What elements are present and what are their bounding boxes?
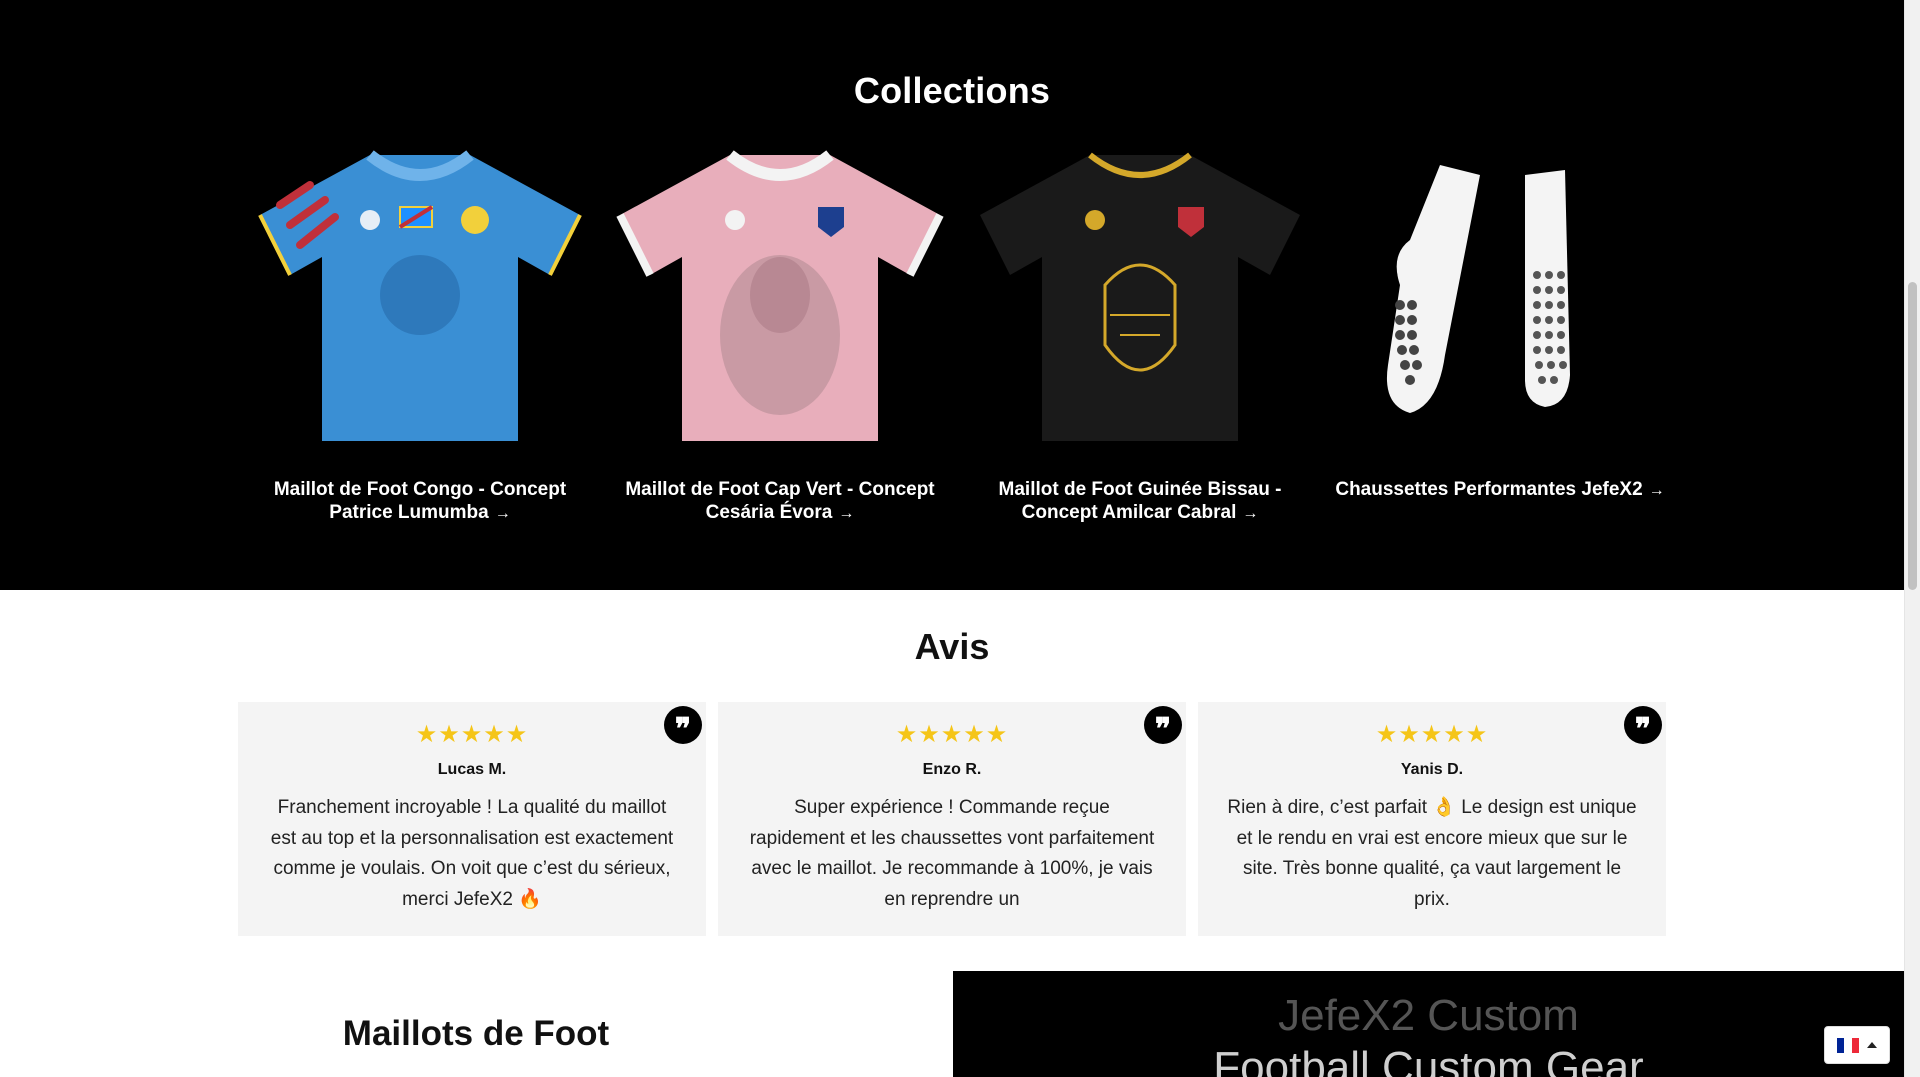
video-title-line1: JefeX2 Custom xyxy=(1278,991,1579,1040)
collection-card-chaussettes[interactable]: Chaussettes Performantes JefeX2 → xyxy=(1320,140,1680,525)
review-author: Lucas M. xyxy=(437,761,507,778)
scrollbar-thumb[interactable] xyxy=(1908,282,1917,590)
review-text: Franchement incroyable ! La qualité du m… xyxy=(270,797,674,910)
collection-title-cap-vert[interactable]: Maillot de Foot Cap Vert - Concept Cesár… xyxy=(615,478,945,525)
jersey-congo-image[interactable] xyxy=(250,140,590,450)
quote-icon: ❞ xyxy=(1624,706,1662,745)
star-rating: ★★★★★ xyxy=(895,721,1009,748)
page-scrollbar[interactable] xyxy=(1904,0,1920,1077)
arrow-right-icon: → xyxy=(838,505,855,522)
collection-card-guinee-bissau[interactable]: Maillot de Foot Guinée Bissau - Concept … xyxy=(960,140,1320,525)
reviews-section: Avis ❞ ★★★★★ Lucas M. Franchement incroy… xyxy=(0,590,1904,970)
language-selector[interactable] xyxy=(1824,1026,1890,1064)
reviews-title: Avis xyxy=(914,626,990,667)
arrow-right-icon: → xyxy=(1242,505,1259,522)
star-rating: ★★★★★ xyxy=(415,721,529,748)
review-author: Enzo R. xyxy=(922,761,982,778)
collections-title: Collections xyxy=(853,70,1051,111)
collections-section: Collections Maillot de Foot Congo - Conc… xyxy=(0,0,1904,590)
collection-title-congo[interactable]: Maillot de Foot Congo - Concept Patrice … xyxy=(255,478,585,525)
arrow-right-icon: → xyxy=(494,505,511,522)
france-flag-icon xyxy=(1837,1037,1859,1053)
collection-title-chaussettes[interactable]: Chaussettes Performantes JefeX2 → xyxy=(1335,478,1665,502)
jersey-guinee-bissau-image[interactable] xyxy=(970,140,1310,450)
review-author: Yanis D. xyxy=(1400,761,1464,778)
star-rating: ★★★★★ xyxy=(1375,721,1489,748)
review-card: ❞ ★★★★★ Lucas M. Franchement incroyable … xyxy=(238,702,706,936)
jersey-cap-vert-image[interactable] xyxy=(610,140,950,450)
review-card: ❞ ★★★★★ Enzo R. Super expérience ! Comma… xyxy=(718,702,1186,936)
caret-up-icon xyxy=(1867,1042,1877,1048)
promo-video[interactable]: JefeX2 Custom Football Custom Gear xyxy=(953,971,1904,1077)
maillots-section-title: Maillots de Foot xyxy=(342,1014,610,1053)
quote-icon: ❞ xyxy=(1144,706,1182,745)
review-card: ❞ ★★★★★ Yanis D. Rien à dire, c’est parf… xyxy=(1198,702,1666,936)
collections-list: Maillot de Foot Congo - Concept Patrice … xyxy=(240,140,1680,525)
video-title-line2: Football Custom Gear xyxy=(1213,1043,1644,1077)
socks-image[interactable] xyxy=(1330,140,1670,450)
arrow-right-icon: → xyxy=(1648,482,1665,499)
quote-icon: ❞ xyxy=(664,706,702,745)
collection-card-congo[interactable]: Maillot de Foot Congo - Concept Patrice … xyxy=(240,140,600,525)
reviews-list: ❞ ★★★★★ Lucas M. Franchement incroyable … xyxy=(238,702,1666,936)
collection-card-cap-vert[interactable]: Maillot de Foot Cap Vert - Concept Cesár… xyxy=(600,140,960,525)
collection-title-guinee-bissau[interactable]: Maillot de Foot Guinée Bissau - Concept … xyxy=(975,478,1305,525)
review-text: Rien à dire, c’est parfait 👌 Le design e… xyxy=(1227,797,1637,910)
review-text: Super expérience ! Commande reçue rapide… xyxy=(749,797,1155,910)
